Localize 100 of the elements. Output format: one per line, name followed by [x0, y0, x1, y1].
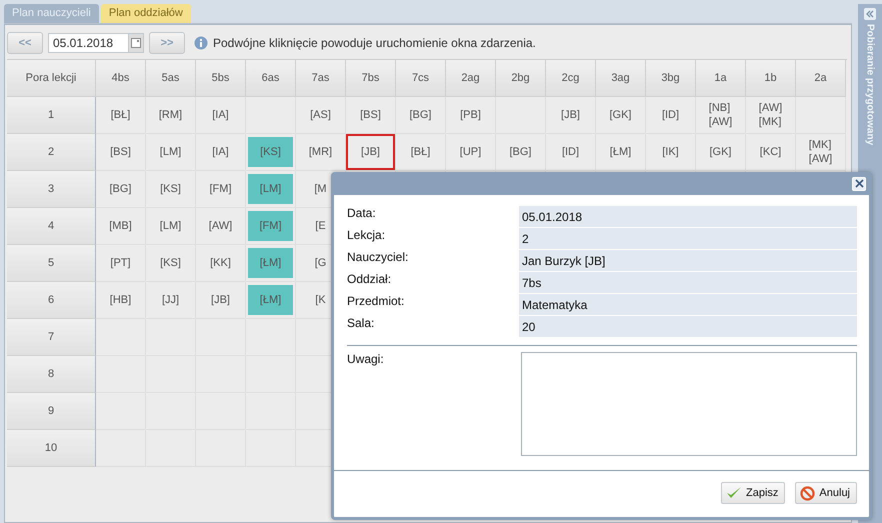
table-cell[interactable]: [LM]	[246, 171, 296, 208]
table-cell[interactable]: [MB]	[96, 208, 146, 245]
field-label: Przedmiot:	[347, 294, 406, 310]
field-value: Matematyka	[519, 294, 857, 315]
table-cell[interactable]	[246, 97, 296, 134]
table-cell[interactable]: [HB]	[96, 282, 146, 319]
notes-field[interactable]	[521, 352, 857, 456]
field-label: Nauczyciel:	[347, 250, 410, 266]
tab[interactable]: Plan oddziałów	[100, 4, 191, 23]
field-label: Data:	[347, 206, 377, 222]
row-header: 2	[7, 134, 96, 171]
column-header: 2a	[796, 60, 846, 97]
table-cell[interactable]: [IA]	[196, 134, 246, 171]
row-header: 4	[7, 208, 96, 245]
table-cell[interactable]: [ŁM]	[596, 134, 646, 171]
table-cell[interactable]: [LM]	[146, 208, 196, 245]
column-header: 1a	[696, 60, 746, 97]
table-cell[interactable]	[96, 393, 146, 430]
column-header: 2ag	[446, 60, 496, 97]
close-button[interactable]	[852, 176, 866, 190]
field-label: Sala:	[347, 316, 376, 332]
info-icon	[194, 36, 208, 50]
table-cell[interactable]: [NB] [AW]	[696, 97, 746, 134]
column-header: 3ag	[596, 60, 646, 97]
table-cell[interactable]: [MK] [AW]	[796, 134, 846, 171]
calendar-icon[interactable]	[131, 38, 141, 48]
column-header: 7as	[296, 60, 346, 97]
row-header: 6	[7, 282, 96, 319]
table-cell[interactable]: [KS]	[146, 171, 196, 208]
field-label: Oddział:	[347, 272, 392, 288]
table-cell[interactable]: [KS]	[146, 245, 196, 282]
date-field[interactable]: 05.01.2018	[48, 33, 128, 53]
table-cell[interactable]: [AW] [MK]	[746, 97, 796, 134]
collapse-icon[interactable]	[864, 8, 876, 20]
cancel-button[interactable]: Anuluj	[795, 482, 857, 504]
field-value: 05.01.2018	[519, 206, 857, 227]
table-cell[interactable]: [PB]	[446, 97, 496, 134]
row-header: 8	[7, 356, 96, 393]
table-cell[interactable]: [JB]	[196, 282, 246, 319]
row-header: 10	[7, 430, 96, 467]
column-header: 5as	[146, 60, 196, 97]
table-cell[interactable]	[96, 356, 146, 393]
column-header: Pora lekcji	[7, 60, 96, 97]
cancel-icon	[800, 486, 816, 500]
row-header: 1	[7, 97, 96, 134]
column-header: 6as	[246, 60, 296, 97]
field-label: Uwagi:	[347, 352, 385, 368]
table-cell[interactable]: [KC]	[746, 134, 796, 171]
column-header: 2bg	[496, 60, 546, 97]
field-value: 20	[519, 316, 857, 337]
checkmark-icon	[726, 486, 742, 500]
column-header: 1b	[746, 60, 796, 97]
table-cell[interactable]: [RM]	[146, 97, 196, 134]
table-cell[interactable]: [LM]	[146, 134, 196, 171]
column-header: 5bs	[196, 60, 246, 97]
table-cell[interactable]: [KS]	[246, 134, 296, 171]
column-header: 7cs	[396, 60, 446, 97]
table-cell[interactable]: [JB]	[346, 134, 396, 171]
table-cell[interactable]	[96, 319, 146, 356]
table-cell[interactable]: [JJ]	[146, 282, 196, 319]
table-cell[interactable]: [JB]	[546, 97, 596, 134]
table-cell[interactable]: [FM]	[196, 171, 246, 208]
column-header: 3bg	[646, 60, 696, 97]
table-cell[interactable]	[796, 97, 846, 134]
table-cell[interactable]: [GK]	[696, 134, 746, 171]
table-cell[interactable]	[496, 97, 546, 134]
table-cell[interactable]: [KK]	[196, 245, 246, 282]
field-value: Jan Burzyk [JB]	[519, 250, 857, 271]
table-cell[interactable]: [BŁ]	[396, 134, 446, 171]
table-cell[interactable]: [GK]	[596, 97, 646, 134]
table-cell[interactable]: [IA]	[196, 97, 246, 134]
table-cell[interactable]: [BS]	[96, 134, 146, 171]
table-cell[interactable]: [ID]	[646, 97, 696, 134]
table-cell[interactable]: [BG]	[496, 134, 546, 171]
table-cell[interactable]: [BS]	[346, 97, 396, 134]
row-header: 5	[7, 245, 96, 282]
column-header: 4bs	[96, 60, 146, 97]
table-cell[interactable]: [BG]	[396, 97, 446, 134]
table-cell[interactable]: [FM]	[246, 208, 296, 245]
table-cell[interactable]: [AS]	[296, 97, 346, 134]
table-cell[interactable]: [BG]	[96, 171, 146, 208]
save-button[interactable]: Zapisz	[721, 482, 786, 504]
table-cell[interactable]: [BŁ]	[96, 97, 146, 134]
table-cell[interactable]	[96, 430, 146, 467]
table-cell[interactable]: [MR]	[296, 134, 346, 171]
table-cell[interactable]: [ŁM]	[246, 245, 296, 282]
table-cell[interactable]: [ŁM]	[246, 282, 296, 319]
table-cell[interactable]: [AW]	[196, 208, 246, 245]
row-header: 3	[7, 171, 96, 208]
row-header: 9	[7, 393, 96, 430]
table-cell[interactable]: [PT]	[96, 245, 146, 282]
column-header: 2cg	[546, 60, 596, 97]
field-value: 7bs	[519, 272, 857, 293]
column-header: 7bs	[346, 60, 396, 97]
table-cell[interactable]: [ID]	[546, 134, 596, 171]
info-text: Podwójne kliknięcie powoduje uruchomienie okna zdarzenia.	[213, 36, 536, 50]
table-cell[interactable]: [IK]	[646, 134, 696, 171]
table-cell[interactable]: [UP]	[446, 134, 496, 171]
row-header: 7	[7, 319, 96, 356]
field-label: Lekcja:	[347, 228, 386, 244]
